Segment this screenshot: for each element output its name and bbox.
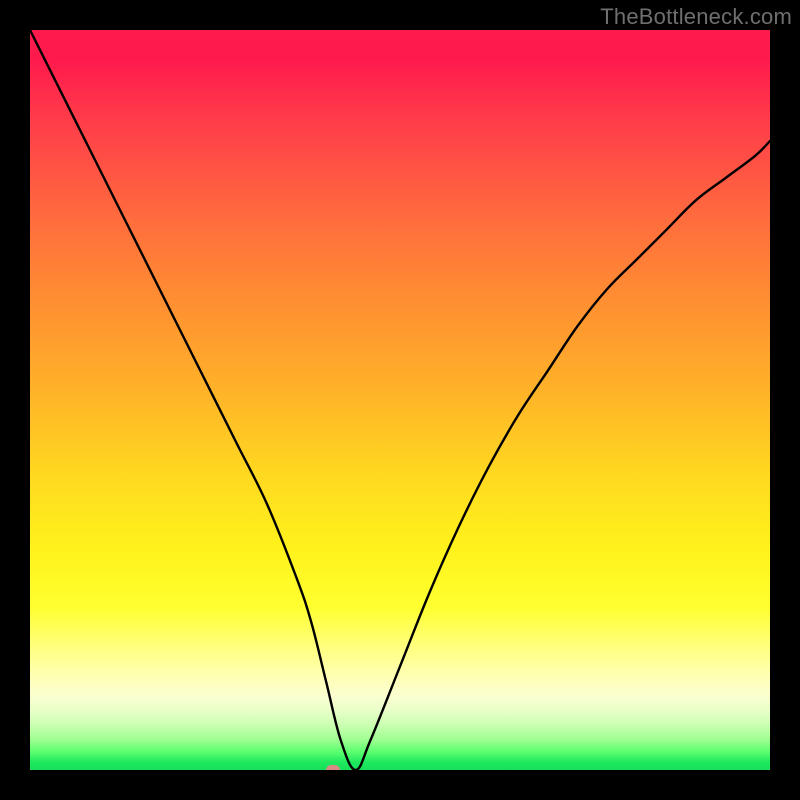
watermark-text: TheBottleneck.com bbox=[600, 4, 792, 30]
plot-area bbox=[30, 30, 770, 770]
bottleneck-curve bbox=[30, 30, 770, 770]
chart-frame: TheBottleneck.com bbox=[0, 0, 800, 800]
optimum-marker bbox=[326, 765, 340, 770]
